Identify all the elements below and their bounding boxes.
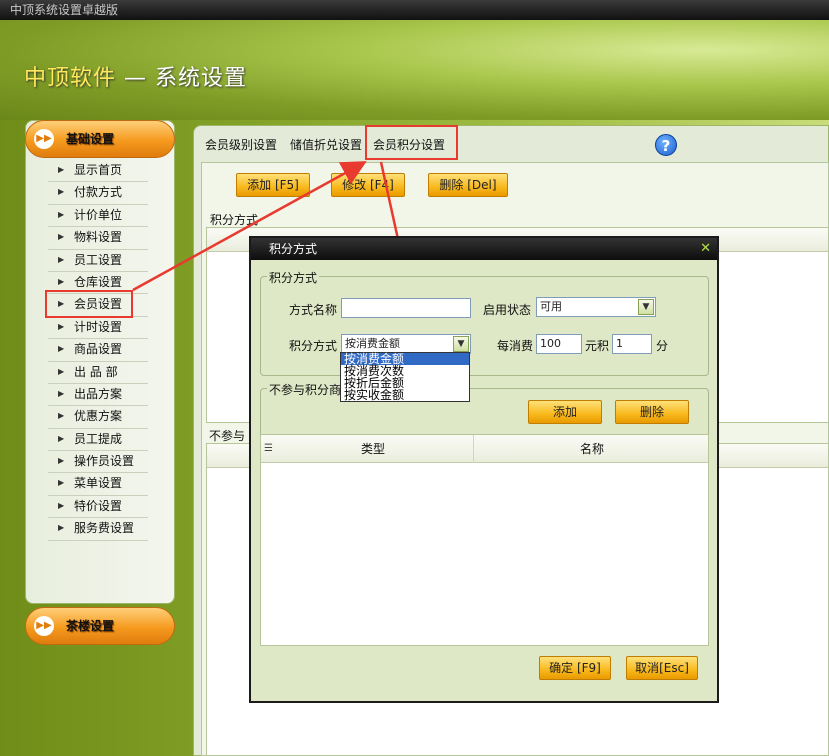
chevron-down-icon[interactable]: ▼: [638, 299, 654, 315]
yuan-label: 元积: [585, 339, 610, 353]
status-select[interactable]: 可用 ▼: [536, 297, 656, 317]
per-consume-label: 每消费: [497, 339, 534, 353]
dialog-title: 积分方式: [251, 238, 717, 260]
column-type[interactable]: 类型: [273, 435, 474, 463]
points-dialog: 积分方式 ✕ 积分方式 方式名称 启用状态 可用 ▼ 积分方式 按消费金额 ▼ …: [249, 236, 719, 703]
row-selector-icon: ☰: [264, 443, 273, 454]
dialog-delete-button[interactable]: 删除: [615, 400, 689, 424]
mode-value: 按消费金额: [345, 337, 400, 350]
dialog-add-button[interactable]: 添加: [528, 400, 602, 424]
points-mode-group: 积分方式: [260, 269, 709, 376]
status-value: 可用: [540, 300, 562, 313]
close-icon[interactable]: ✕: [700, 238, 711, 260]
ok-button[interactable]: 确定 [F9]: [539, 656, 611, 680]
per-consume-field[interactable]: 100: [536, 334, 582, 354]
exclude-products-table[interactable]: ☰ 类型 名称: [260, 434, 709, 646]
mode-select[interactable]: 按消费金额 ▼: [341, 334, 471, 354]
mode-label: 积分方式: [289, 339, 338, 353]
table-header: ☰ 类型 名称: [261, 435, 708, 463]
group-legend: 积分方式: [267, 269, 320, 286]
points-unit-label: 分: [656, 339, 669, 353]
cancel-button[interactable]: 取消[Esc]: [626, 656, 698, 680]
name-field[interactable]: [341, 298, 471, 318]
chevron-down-icon[interactable]: ▼: [453, 336, 469, 352]
points-field[interactable]: 1: [612, 334, 652, 354]
name-label: 方式名称: [289, 303, 338, 317]
column-name[interactable]: 名称: [474, 435, 710, 463]
status-label: 启用状态: [483, 303, 532, 317]
dropdown-option[interactable]: 按实收金额: [341, 389, 469, 401]
mode-dropdown-list[interactable]: 按消费金额 按消费次数 按折后金额 按实收金额: [340, 352, 470, 402]
